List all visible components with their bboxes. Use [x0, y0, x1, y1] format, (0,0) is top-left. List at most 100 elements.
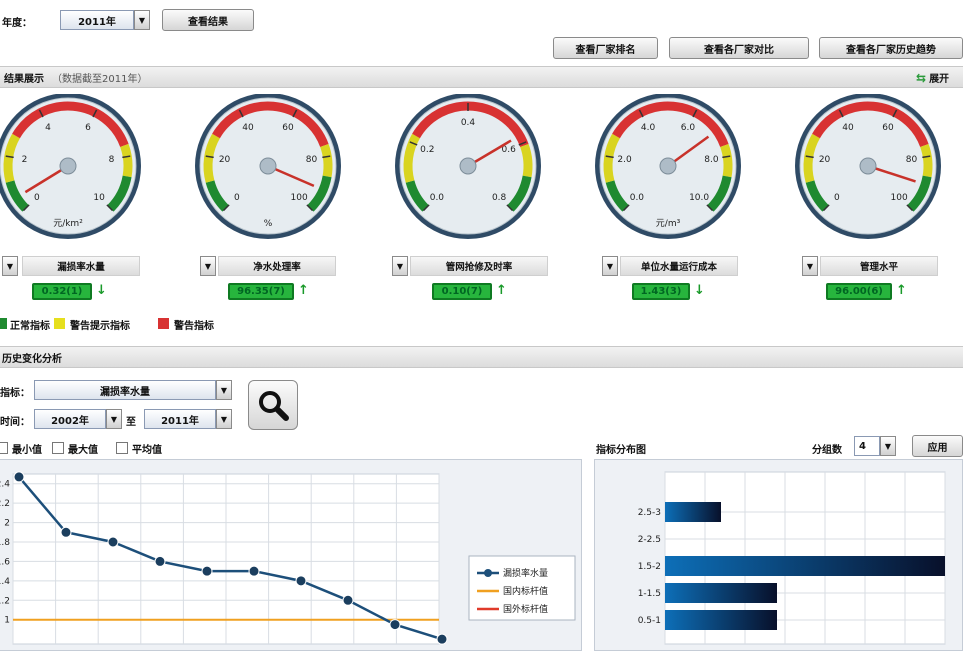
search-button[interactable]	[248, 380, 298, 430]
y-tick-label: 2.4	[0, 480, 10, 490]
gauge-tick-label: 100	[291, 193, 308, 203]
data-point	[342, 594, 354, 606]
legend-label-warning: 警告提示指标	[70, 321, 130, 332]
indicator-name-5: 管理水平	[820, 256, 938, 276]
indicator-value-3: 0.10(7)	[432, 283, 492, 300]
min-checkbox-label: 最小值	[12, 445, 42, 456]
gauge-tick-label: 0	[234, 193, 240, 203]
year-dropdown-button[interactable]: ▼	[134, 10, 150, 30]
year-select[interactable]: 2011年	[60, 10, 134, 30]
expand-toggle[interactable]: ⇆ 展开	[916, 70, 949, 86]
data-point	[436, 633, 448, 645]
gauge-3: 0.0 0.2 0.4 0.6 0.8	[388, 93, 548, 246]
gauge-tick-label: 8	[109, 155, 115, 165]
gauge-tick-label: 20	[819, 155, 831, 165]
y-tick-label: 1.4	[0, 577, 10, 587]
indicator-value-1: 0.32(1)	[32, 283, 92, 300]
indicator-name-2: 净水处理率	[218, 256, 336, 276]
trend-arrow-2: ↑	[298, 283, 309, 298]
gauge-tick-label: 8.0	[704, 155, 719, 165]
bar	[665, 610, 777, 630]
gauge-band	[320, 143, 333, 178]
avg-checkbox[interactable]	[116, 442, 128, 454]
trend-arrow-5: ↑	[896, 283, 907, 298]
results-subtitle: （数据截至2011年）	[52, 73, 148, 85]
gauge-tick-label: 0.0	[430, 193, 445, 203]
gauge-tick-label: 0.6	[501, 145, 516, 155]
chevron-down-icon: ▼	[606, 261, 614, 271]
groups-label: 分组数	[812, 445, 842, 456]
gauge-tick-label: 10.0	[689, 193, 709, 203]
query-button[interactable]: 查看结果	[162, 9, 254, 31]
chart-legend: 漏损率水量国内标杆值国外标杆值	[468, 555, 576, 621]
y-tick-label: 2	[4, 519, 10, 529]
ranking-button[interactable]: 查看厂家排名	[553, 37, 658, 59]
trend-arrow-4: ↓	[694, 283, 705, 298]
results-title: 结果展示	[4, 73, 44, 85]
indicator-dropdown-5[interactable]: ▼	[802, 256, 818, 276]
gauge-unit: 元/km²	[53, 219, 83, 229]
chevron-down-icon: ▼	[6, 261, 14, 271]
chevron-down-icon: ▼	[220, 385, 228, 395]
indicator-dropdown-1[interactable]: ▼	[2, 256, 18, 276]
gauge-5: 0 20 40 60 80 100	[788, 93, 948, 246]
indicator-select[interactable]: 漏损率水量	[34, 380, 216, 400]
end-year-dropdown[interactable]: ▼	[216, 409, 232, 429]
search-icon	[259, 391, 289, 421]
bar	[665, 502, 721, 522]
data-point	[154, 555, 166, 567]
start-year-select[interactable]: 2002年	[34, 409, 106, 429]
max-checkbox-label: 最大值	[68, 445, 98, 456]
compare-button[interactable]: 查看各厂家对比	[669, 37, 809, 59]
trend-chart-panel: 1 1.2 1.4 1.6 1.8 2 2.2 2.4 漏损率水量国内标杆值国外标杆值	[0, 459, 582, 651]
gauge-tick-label: 4	[45, 123, 51, 133]
chevron-down-icon: ▼	[220, 414, 228, 424]
distribution-bar-chart: 2.5-3 2-2.5 1.5-2 1-1.5 0.5-1	[638, 471, 946, 645]
distribution-chart-panel: 2.5-3 2-2.5 1.5-2 1-1.5 0.5-1	[594, 459, 963, 651]
gauge-1: 0 2 4 6 8 10 元/km²	[0, 93, 148, 246]
gauge-tick-label: 0.8	[492, 193, 507, 203]
gauge-dial: 0.0 2.0 4.0 6.0 8.0 10.0 元/m³	[595, 93, 741, 239]
gauge-tick-label: 0	[34, 193, 40, 203]
gauge-hub	[59, 157, 77, 175]
history-trend-button[interactable]: 查看各厂家历史趋势	[819, 37, 963, 59]
legend-label: 国内标杆值	[503, 585, 548, 597]
max-checkbox[interactable]	[52, 442, 64, 454]
category-label: 1-1.5	[638, 589, 661, 599]
gauge-tick-label: 0.4	[461, 118, 476, 128]
gauge-tick-label: 40	[842, 123, 854, 133]
start-year-dropdown[interactable]: ▼	[106, 409, 122, 429]
bar	[665, 583, 777, 603]
groups-select[interactable]: 4	[854, 436, 880, 456]
chevron-down-icon: ▼	[396, 261, 404, 271]
gauge-tick-label: 100	[891, 193, 908, 203]
gauge-tick-label: 60	[882, 123, 894, 133]
indicator-dropdown-3[interactable]: ▼	[392, 256, 408, 276]
apply-button[interactable]: 应用	[912, 435, 963, 457]
min-checkbox[interactable]	[0, 442, 8, 454]
legend-label-normal: 正常指标	[10, 321, 50, 332]
legend-label-danger: 警告指标	[174, 321, 214, 332]
data-point	[60, 526, 72, 538]
indicator-select-dropdown[interactable]: ▼	[216, 380, 232, 400]
groups-dropdown[interactable]: ▼	[880, 436, 896, 456]
end-year-select[interactable]: 2011年	[144, 409, 216, 429]
data-point	[201, 565, 213, 577]
category-label: 2.5-3	[638, 508, 661, 518]
indicator-label: 指标：	[0, 388, 30, 399]
indicator-dropdown-2[interactable]: ▼	[200, 256, 216, 276]
gauge-tick-label: 0.2	[420, 145, 434, 155]
trend-arrow-1: ↓	[96, 283, 107, 298]
legend-marker	[484, 569, 492, 577]
chevron-down-icon: ▼	[884, 441, 892, 451]
category-label: 1.5-2	[638, 562, 661, 572]
indicator-dropdown-4[interactable]: ▼	[602, 256, 618, 276]
data-point	[295, 575, 307, 587]
category-label: 2-2.5	[638, 535, 661, 545]
data-point	[107, 536, 119, 548]
gauge-hub	[259, 157, 277, 175]
chevron-down-icon: ▼	[806, 261, 814, 271]
data-point	[248, 565, 260, 577]
data-point	[389, 619, 401, 631]
gauge-hub	[859, 157, 877, 175]
